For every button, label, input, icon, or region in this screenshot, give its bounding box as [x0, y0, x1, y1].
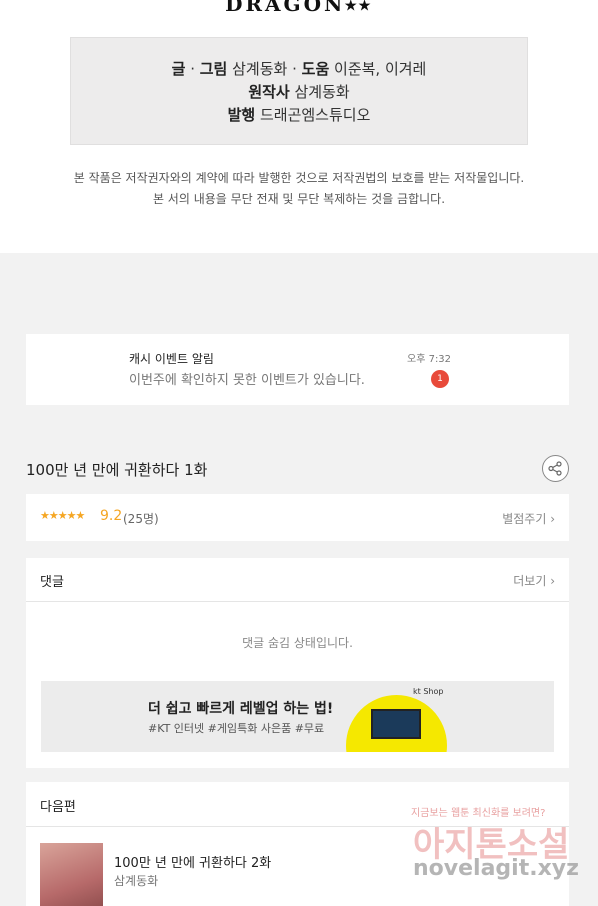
comments-header: 댓글 더보기 › — [26, 558, 569, 602]
ad-headline: 더 쉽고 빠르게 레벨업 하는 법! — [148, 701, 334, 717]
next-episode-author: 삼계동화 — [114, 874, 159, 888]
credit-label: 도움 — [301, 60, 330, 78]
credit-name: 드래곤엠스튜디오 — [255, 106, 371, 124]
rating-score: 9.2 — [100, 508, 123, 524]
credit-name: 삼계동화 · — [227, 60, 302, 78]
credit-line-1: 글 · 그림 삼계동화 · 도움 이준복, 이겨레 — [71, 58, 527, 81]
monitor-image — [371, 709, 421, 739]
credit-name: 이준복, 이겨레 — [329, 60, 427, 78]
rating-stars: ★★★★★ — [40, 509, 85, 522]
comments-hidden-message: 댓글 숨김 상태입니다. — [242, 636, 353, 650]
credit-name: 삼계동화 — [289, 83, 350, 101]
credits-section: DRAGON⭑⭑ 글 · 그림 삼계동화 · 도움 이준복, 이겨레 원작사 삼… — [0, 0, 598, 253]
notice-line-1: 본 작품은 저작권자와의 계약에 따라 발행한 것으로 저작권법의 보호를 받는… — [73, 171, 525, 185]
credit-label: 그림 — [199, 60, 228, 78]
ad-brand-logo: kt Shop — [413, 687, 444, 696]
comments-section: 댓글 더보기 › 댓글 숨김 상태입니다. 더 쉽고 빠르게 레벨업 하는 법!… — [26, 558, 569, 768]
credit-box: 글 · 그림 삼계동화 · 도움 이준복, 이겨레 원작사 삼계동화 발행 드래… — [70, 37, 528, 145]
ad-banner[interactable]: 더 쉽고 빠르게 레벨업 하는 법! #KT 인터넷 #게임특화 사은품 #무료… — [41, 681, 554, 752]
share-icon — [548, 461, 562, 476]
episode-title: 100만 년 만에 귀환하다 1화 — [26, 461, 208, 479]
copyright-notice: 본 작품은 저작권자와의 계약에 따라 발행한 것으로 저작권법의 보호를 받는… — [0, 168, 598, 210]
credit-label: 글 — [171, 60, 186, 78]
notice-line-2: 본 서의 내용을 무단 전재 및 무단 복제하는 것을 금합니다. — [152, 192, 446, 206]
next-episode-title: 다음편 — [40, 800, 76, 815]
credit-label: 발행 — [227, 106, 256, 124]
next-episode-name[interactable]: 100만 년 만에 귀환하다 2화 — [114, 852, 271, 871]
rate-button[interactable]: 별점주기 › — [502, 510, 555, 527]
comments-more-link[interactable]: 더보기 › — [513, 572, 555, 589]
alarm-time: 오후 7:32 — [407, 354, 452, 365]
rating-count: (25명) — [123, 512, 159, 526]
comments-title: 댓글 — [40, 575, 64, 590]
alarm-count-badge: 1 — [431, 370, 449, 388]
credit-sep: · — [185, 60, 200, 78]
cash-event-alarm[interactable]: 캐시 이벤트 알림 이번주에 확인하지 못한 이벤트가 있습니다. 오후 7:3… — [26, 334, 569, 405]
next-episode-thumbnail[interactable] — [40, 843, 103, 906]
credit-label: 원작사 — [248, 83, 290, 101]
rating-bar: ★★★★★ 9.2 (25명) 별점주기 › — [26, 494, 569, 541]
ad-tags: #KT 인터넷 #게임특화 사은품 #무료 — [148, 722, 325, 735]
credit-line-3: 발행 드래곤엠스튜디오 — [71, 104, 527, 127]
watermark-url: novelagit.xyz — [413, 856, 579, 881]
publisher-logo: DRAGON⭑⭑ — [225, 0, 373, 16]
alarm-title: 캐시 이벤트 알림 — [129, 352, 214, 366]
credit-line-2: 원작사 삼계동화 — [71, 81, 527, 104]
alarm-description: 이번주에 확인하지 못한 이벤트가 있습니다. — [129, 373, 365, 388]
share-button[interactable] — [542, 455, 569, 482]
